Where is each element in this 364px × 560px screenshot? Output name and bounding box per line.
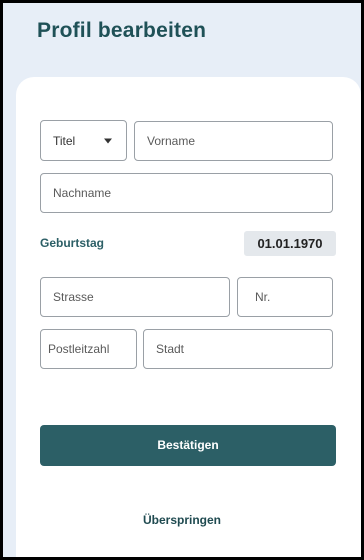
- birthday-label: Geburtstag: [40, 236, 105, 250]
- house-number-placeholder: Nr.: [255, 290, 271, 304]
- page-title: Profil bearbeiten: [37, 19, 207, 42]
- city-placeholder: Stadt: [156, 342, 185, 356]
- street-placeholder: Strasse: [53, 290, 94, 304]
- title-select[interactable]: Titel: [40, 120, 127, 161]
- first-name-placeholder: Vorname: [147, 134, 196, 148]
- birthday-value[interactable]: 01.01.1970: [244, 231, 336, 256]
- first-name-field[interactable]: Vorname: [134, 121, 333, 161]
- skip-link[interactable]: Überspringen: [3, 513, 361, 527]
- postal-code-field[interactable]: Postleitzahl: [40, 329, 137, 369]
- caret-down-icon: [104, 138, 112, 143]
- app-frame: Profil bearbeiten Titel Vorname Nachname…: [3, 3, 361, 557]
- street-field[interactable]: Strasse: [40, 277, 230, 317]
- last-name-placeholder: Nachname: [53, 186, 112, 200]
- city-field[interactable]: Stadt: [143, 329, 333, 369]
- confirm-button[interactable]: Bestätigen: [40, 425, 336, 466]
- last-name-field[interactable]: Nachname: [40, 173, 333, 213]
- house-number-field[interactable]: Nr.: [237, 277, 333, 317]
- postal-code-placeholder: Postleitzahl: [48, 342, 110, 356]
- title-select-value: Titel: [53, 133, 76, 148]
